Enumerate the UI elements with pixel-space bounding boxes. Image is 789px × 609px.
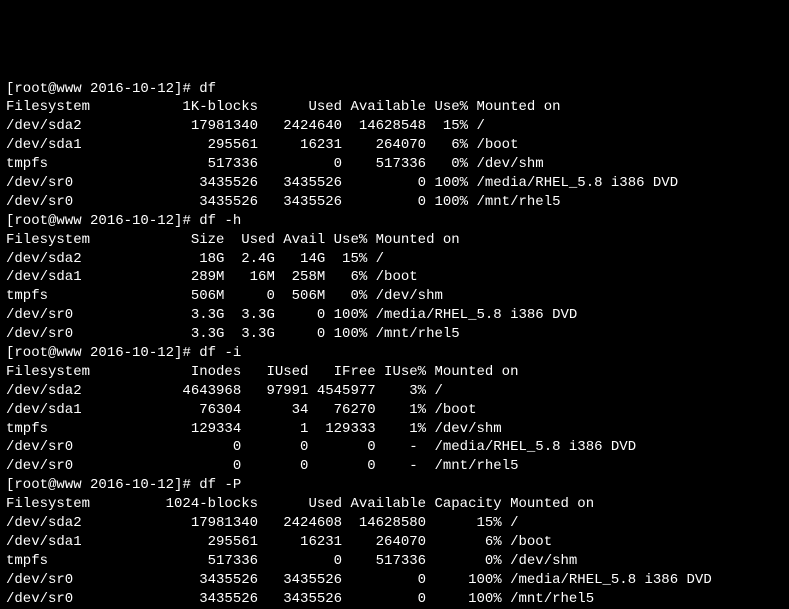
prompt-line: [root@www 2016-10-12]# df -h [6,213,241,229]
df-row: /dev/sr0 3435526 3435526 0 100% /mnt/rhe… [6,591,594,607]
command-text[interactable]: df -P [199,477,241,493]
df-header: Filesystem Inodes IUsed IFree IUse% Moun… [6,364,518,380]
df-row: tmpfs 129334 1 129333 1% /dev/shm [6,421,502,437]
prompt-bracket-close: ]# [174,345,191,361]
command-text[interactable]: df -i [199,345,241,361]
df-row: /dev/sda2 18G 2.4G 14G 15% / [6,251,384,267]
df-header: Filesystem Size Used Avail Use% Mounted … [6,232,460,248]
command-text[interactable]: df -h [199,213,241,229]
prompt-line: [root@www 2016-10-12]# df -i [6,345,241,361]
command-text[interactable]: df [199,81,216,97]
df-row: /dev/sda2 17981340 2424608 14628580 15% … [6,515,518,531]
df-row: /dev/sr0 0 0 0 - /media/RHEL_5.8 i386 DV… [6,439,636,455]
prompt-bracket-close: ]# [174,81,191,97]
df-row: /dev/sr0 3.3G 3.3G 0 100% /mnt/rhel5 [6,326,460,342]
df-row: /dev/sr0 3435526 3435526 0 100% /mnt/rhe… [6,194,561,210]
prompt-user: root@www 2016-10-12 [14,81,174,97]
df-row: /dev/sr0 3435526 3435526 0 100% /media/R… [6,175,678,191]
df-row: tmpfs 517336 0 517336 0% /dev/shm [6,553,577,569]
space [191,477,199,493]
df-header: Filesystem 1024-blocks Used Available Ca… [6,496,594,512]
prompt-bracket-close: ]# [174,213,191,229]
df-row: /dev/sda2 4643968 97991 4545977 3% / [6,383,443,399]
df-row: /dev/sda1 295561 16231 264070 6% /boot [6,137,518,153]
prompt-line: [root@www 2016-10-12]# df -P [6,477,241,493]
df-row: /dev/sr0 0 0 0 - /mnt/rhel5 [6,458,518,474]
df-row: tmpfs 506M 0 506M 0% /dev/shm [6,288,443,304]
df-row: tmpfs 517336 0 517336 0% /dev/shm [6,156,544,172]
df-row: /dev/sr0 3.3G 3.3G 0 100% /media/RHEL_5.… [6,307,577,323]
df-row: /dev/sda1 295561 16231 264070 6% /boot [6,534,552,550]
prompt-line: [root@www 2016-10-12]# df [6,81,216,97]
space [191,213,199,229]
prompt-user: root@www 2016-10-12 [14,477,174,493]
prompt-bracket-close: ]# [174,477,191,493]
space [191,81,199,97]
df-row: /dev/sr0 3435526 3435526 0 100% /media/R… [6,572,712,588]
df-header: Filesystem 1K-blocks Used Available Use%… [6,99,561,115]
df-row: /dev/sda1 76304 34 76270 1% /boot [6,402,476,418]
df-row: /dev/sda2 17981340 2424640 14628548 15% … [6,118,485,134]
space [191,345,199,361]
df-row: /dev/sda1 289M 16M 258M 6% /boot [6,269,418,285]
prompt-user: root@www 2016-10-12 [14,213,174,229]
prompt-user: root@www 2016-10-12 [14,345,174,361]
